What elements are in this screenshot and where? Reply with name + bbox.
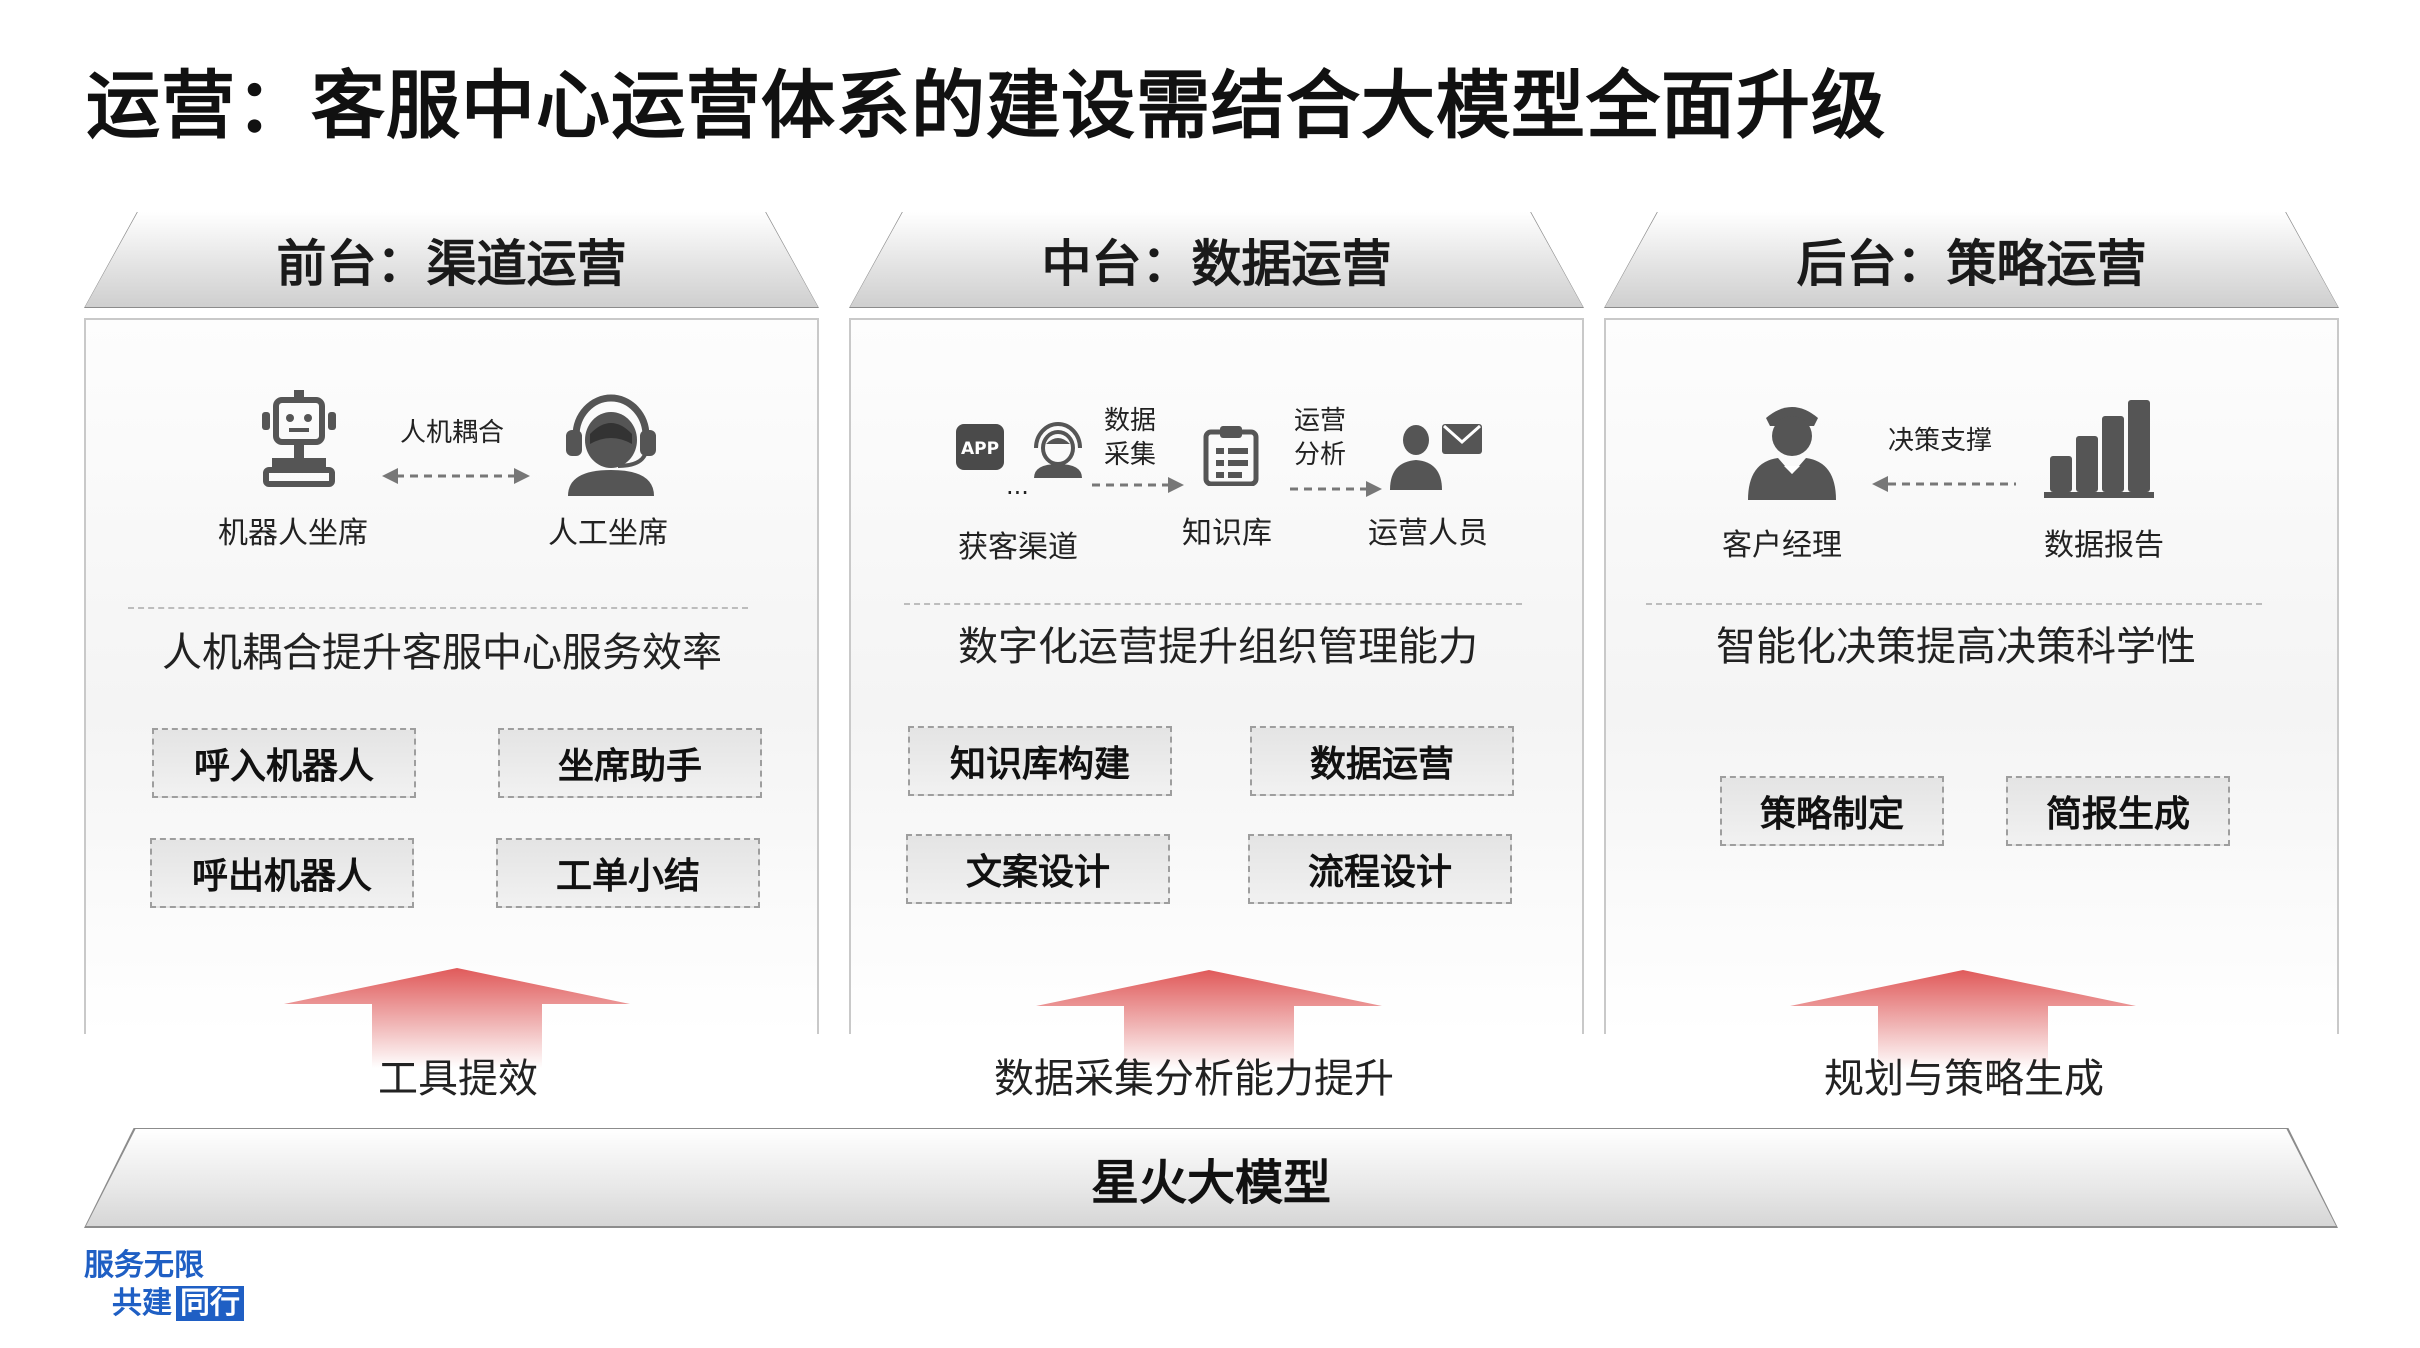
arrow-label: 人机耦合 [400,418,505,448]
icon-label: 机器人坐席 [218,516,368,551]
dashed-arrow [1290,481,1382,497]
bar-chart-icon [2044,400,2154,498]
icon-label: 人工坐席 [548,516,668,551]
column-header: 后台：策略运营 [1796,234,2147,293]
divider [128,607,748,609]
arrow-label: 决策支撑 [1888,426,1993,456]
arrow-label: 运营 [1294,406,1347,436]
arrow-label: 数据 [1104,406,1157,436]
feature-box: 策略制定 [1720,776,1944,846]
svg-text:APP: APP [961,439,999,459]
feature-box: 呼入机器人 [152,728,416,798]
icon-label: 客户经理 [1722,528,1842,563]
feature-box: 工单小结 [496,838,760,908]
column-headline: 数字化运营提升组织管理能力 [958,624,1478,670]
divider [1646,603,2262,605]
bottom-caption: 规划与策略生成 [1824,1056,2104,1102]
base-label: 星火大模型 [86,1129,2336,1226]
icon-label: 知识库 [1182,516,1272,551]
feature-box: 数据运营 [1250,726,1514,796]
feature-box: 呼出机器人 [150,838,414,908]
icon-label: 获客渠道 [958,530,1078,565]
feature-box: 流程设计 [1248,834,1512,904]
divider [904,603,1522,605]
manager-icon [1748,407,1836,500]
app-icon: APP [956,424,1004,470]
icon-label: 运营人员 [1368,516,1488,551]
dashed-arrow [1092,477,1184,493]
feature-box: 文案设计 [906,834,1170,904]
headset-agent-icon [566,394,656,496]
dashed-arrow [1872,476,2016,492]
logo-highlight: 同行 [176,1286,244,1321]
arrow-label: 分析 [1294,440,1347,470]
customer-icon [1034,422,1082,478]
bottom-caption: 数据采集分析能力提升 [994,1056,1394,1102]
double-arrow [382,468,530,484]
column-header: 前台：渠道运营 [276,234,627,293]
column-headline: 智能化决策提高决策科学性 [1716,624,2196,670]
clipboard-icon [1203,426,1259,486]
column-header: 中台：数据运营 [1041,234,1392,293]
arrow-label: 采集 [1104,440,1157,470]
operator-mail-icon [1390,424,1482,490]
feature-box: 知识库构建 [908,726,1172,796]
column-headline: 人机耦合提升客服中心服务效率 [162,630,722,676]
more-indicator: ... [1006,472,1029,500]
feature-box: 坐席助手 [498,728,762,798]
robot-icon [262,390,336,487]
logo-text: 共建 [112,1286,172,1321]
bottom-caption: 工具提效 [378,1056,538,1102]
feature-box: 简报生成 [2006,776,2230,846]
logo-line2: 共建 同行 [112,1278,244,1322]
page-title: 运营：客服中心运营体系的建设需结合大模型全面升级 [86,63,1886,149]
icon-label: 数据报告 [2044,528,2164,563]
